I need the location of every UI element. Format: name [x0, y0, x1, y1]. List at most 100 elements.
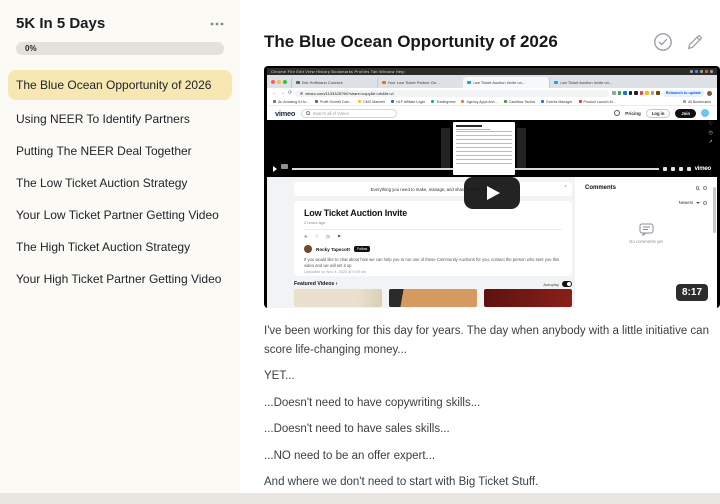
edit-lesson-button[interactable] — [686, 33, 704, 51]
globe-icon — [614, 110, 621, 116]
sidebar-item-lesson-2[interactable]: Using NEER To Identify Partners — [8, 104, 232, 134]
author-name: Rocky Tapscott — [316, 246, 350, 252]
player-control-icons — [662, 167, 691, 171]
progress-track — [292, 168, 659, 170]
lesson-paragraph: I've been working for this day for years… — [264, 325, 709, 356]
sidebar-item-lesson-6[interactable]: The High Ticket Auction Strategy — [8, 232, 232, 262]
recording-traffic-lights — [271, 80, 287, 84]
sidebar-item-lesson-7[interactable]: Your High Ticket Partner Getting Video — [8, 264, 232, 294]
play-button[interactable] — [464, 177, 520, 209]
mark-complete-button[interactable] — [653, 32, 673, 52]
tab-label: Erik Hoffmann Courses — [301, 80, 343, 85]
video-player[interactable]: Chrome File Edit View History Bookmarks … — [264, 66, 720, 308]
recording-address-bar: ← → ⟳ vimeo.com/1133325798?share=copy&fr… — [267, 88, 717, 98]
recording-extension-icons — [612, 91, 660, 95]
more-options-button[interactable] — [210, 22, 224, 26]
recording-tab: Your Low Ticket Partner Ge... — [377, 77, 463, 88]
recording-banner: Everything you need to make, manage, and… — [294, 182, 572, 196]
duration-badge: 8:17 — [675, 284, 708, 301]
vimeo-logo: vimeo — [275, 108, 296, 118]
recording-description: If you would like to chat about how we c… — [304, 257, 560, 268]
recording-url-field: vimeo.com/1133325798?share=copy&fr=vb&fe… — [295, 89, 610, 97]
sidebar-item-lesson-3[interactable]: Putting The NEER Deal Together — [8, 136, 232, 166]
course-sidebar: 5K In 5 Days 0% The Blue Ocean Opportuni… — [0, 0, 240, 504]
featured-thumbnails — [294, 289, 572, 307]
autoplay-label: Autoplay — [543, 281, 559, 287]
like-icon: ♡ — [314, 234, 319, 239]
play-icon — [273, 166, 277, 172]
chevron-down-icon — [696, 201, 700, 204]
pencil-icon — [687, 35, 702, 50]
recording-video-info-card: Low Ticket Auction Invite 2 hours ago ✈ … — [294, 201, 572, 276]
recording-tab: Low Ticket Auction Invite on... — [549, 77, 635, 88]
recording-time-ago: 2 hours ago — [304, 220, 326, 225]
browser-profile-avatar — [707, 90, 712, 96]
recording-video-title: Low Ticket Auction Invite — [304, 208, 408, 218]
tab-label: Your Low Ticket Partner Ge... — [387, 80, 440, 85]
search-icon — [306, 111, 310, 115]
recording-tab: Erik Hoffmann Courses — [291, 77, 377, 88]
reload-icon: ⟳ — [288, 89, 293, 96]
bottom-scroll-gutter — [0, 493, 720, 504]
vimeo-player-brand: vimeo — [694, 166, 712, 172]
sidebar-item-lesson-1[interactable]: The Blue Ocean Opportunity of 2026 — [8, 70, 232, 100]
back-icon: ← — [272, 89, 277, 96]
lesson-paragraph: YET... — [264, 370, 295, 382]
tab-favicon — [554, 80, 558, 85]
vimeo-avatar — [701, 109, 709, 117]
comments-sort-label: Newest — [678, 200, 693, 205]
share-icon: ✈ — [304, 234, 308, 239]
avatar — [304, 245, 312, 253]
lesson-header: The Blue Ocean Opportunity of 2026 — [264, 32, 720, 52]
fullscreen-icon — [686, 167, 691, 171]
featured-thumb — [484, 289, 572, 307]
vimeo-pricing-link: Pricing — [625, 110, 641, 116]
lesson-paragraph: ...Doesn't need to have sales skills... — [264, 423, 450, 435]
recording-menu-items: Chrome File Edit View History Bookmarks … — [271, 69, 405, 74]
lesson-paragraph: And where we don't need to start with Bi… — [264, 476, 539, 488]
recording-tab-active: Low Ticket Auction Invite on... — [463, 77, 549, 88]
autoplay-toggle — [562, 281, 572, 287]
cc-chip-icon — [281, 163, 288, 169]
heart-icon: ♡ — [708, 121, 713, 127]
no-comments-label: No comments yet — [629, 239, 663, 244]
tab-label: Low Ticket Auction Invite on... — [559, 80, 613, 85]
recording-inner-player: ♡ ◷ ↗ vimeo — [267, 120, 717, 177]
share-arrow-icon: ↗ — [708, 139, 713, 145]
follow-badge: Follow — [353, 246, 371, 252]
clock-icon: ◷ — [708, 130, 713, 136]
tab-favicon — [382, 80, 386, 85]
progress-bar: 0% — [16, 42, 224, 55]
search-icon — [695, 186, 699, 190]
relaunch-to-update-button: Relaunch to update — [662, 89, 704, 97]
watch-later-icon: ◷ — [325, 234, 330, 239]
featured-videos-row: Featured Videos › Autoplay — [294, 281, 572, 287]
gear-icon — [703, 186, 707, 190]
comments-title: Comments — [585, 185, 617, 191]
doc-ghost-right — [517, 128, 526, 168]
all-bookmarks-label: All Bookmarks — [688, 99, 711, 104]
tab-favicon — [296, 80, 300, 85]
site-info-icon — [300, 91, 304, 95]
settings-gear-icon — [670, 167, 675, 171]
close-icon: × — [564, 184, 567, 190]
doc-ghost-left — [441, 128, 450, 168]
forward-icon: → — [280, 89, 285, 96]
course-title: 5K In 5 Days — [16, 15, 106, 32]
recording-tab-bar: Erik Hoffmann Courses Your Low Ticket Pa… — [267, 75, 717, 88]
flag-icon: ⚑ — [337, 234, 342, 239]
sidebar-item-lesson-5[interactable]: Your Low Ticket Partner Getting Video — [8, 200, 232, 230]
check-circle-icon — [654, 33, 672, 51]
lesson-list: The Blue Ocean Opportunity of 2026 Using… — [0, 70, 240, 294]
recording-bookmarks-bar: An Amazing 9-Ho... Profit Growth Calc...… — [267, 98, 717, 106]
recording-vimeo-header: vimeo Search all of Vimeo Pricing Log in… — [267, 106, 717, 120]
lesson-title: The Blue Ocean Opportunity of 2026 — [264, 32, 558, 51]
featured-thumb — [389, 289, 477, 307]
recording-url: vimeo.com/1133325798?share=copy&fr=vb&fe… — [305, 90, 394, 96]
sidebar-item-lesson-4[interactable]: The Low Ticket Auction Strategy — [8, 168, 232, 198]
pip-icon — [678, 167, 683, 171]
tab-label: Low Ticket Auction Invite on... — [472, 80, 526, 85]
tab-favicon — [467, 80, 471, 85]
lesson-content: The Blue Ocean Opportunity of 2026 Chrom… — [240, 0, 720, 504]
recording-macos-menubar: Chrome File Edit View History Bookmarks … — [267, 68, 717, 75]
